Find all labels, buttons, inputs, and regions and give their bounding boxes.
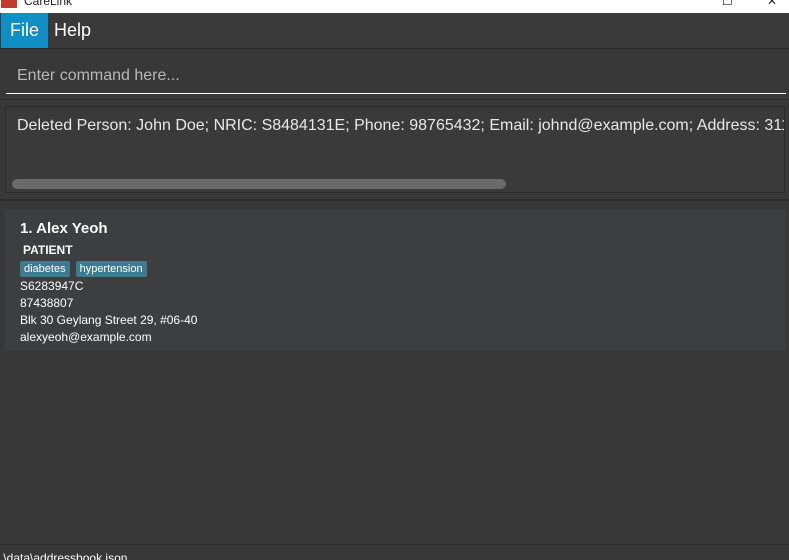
command-box	[0, 50, 789, 100]
person-role: PATIENT	[23, 243, 73, 257]
tag-list: diabetes hypertension	[20, 261, 153, 277]
person-address: Blk 30 Geylang Street 29, #06-40	[20, 313, 198, 327]
tag-badge: diabetes	[20, 261, 70, 277]
status-bar: .\data\addressbook.json	[0, 544, 789, 560]
horizontal-scrollbar[interactable]	[12, 179, 506, 189]
person-phone: 87438807	[20, 296, 74, 310]
menu-bar: File Help	[0, 13, 789, 49]
app-icon	[1, 0, 17, 8]
window-title: CareLink	[24, 0, 73, 8]
divider	[0, 199, 789, 201]
command-input[interactable]	[6, 58, 786, 94]
window-title-bar: CareLink ☐ ✕	[0, 0, 789, 13]
person-nric: S6283947C	[20, 279, 84, 293]
tag-badge: hypertension	[75, 261, 147, 277]
person-email: alexyeoh@example.com	[20, 330, 152, 344]
close-icon[interactable]: ✕	[767, 0, 777, 8]
person-card[interactable]: 1. Alex Yeoh PATIENT diabetes hypertensi…	[5, 210, 785, 350]
result-text: Deleted Person: John Doe; NRIC: S8484131…	[17, 117, 785, 134]
person-name: 1. Alex Yeoh	[20, 220, 108, 237]
maximize-icon[interactable]: ☐	[722, 0, 733, 8]
save-location: .\data\addressbook.json	[0, 551, 128, 560]
menu-file[interactable]: File	[1, 13, 49, 48]
result-display: Deleted Person: John Doe; NRIC: S8484131…	[5, 106, 785, 193]
menu-help[interactable]: Help	[45, 13, 100, 48]
